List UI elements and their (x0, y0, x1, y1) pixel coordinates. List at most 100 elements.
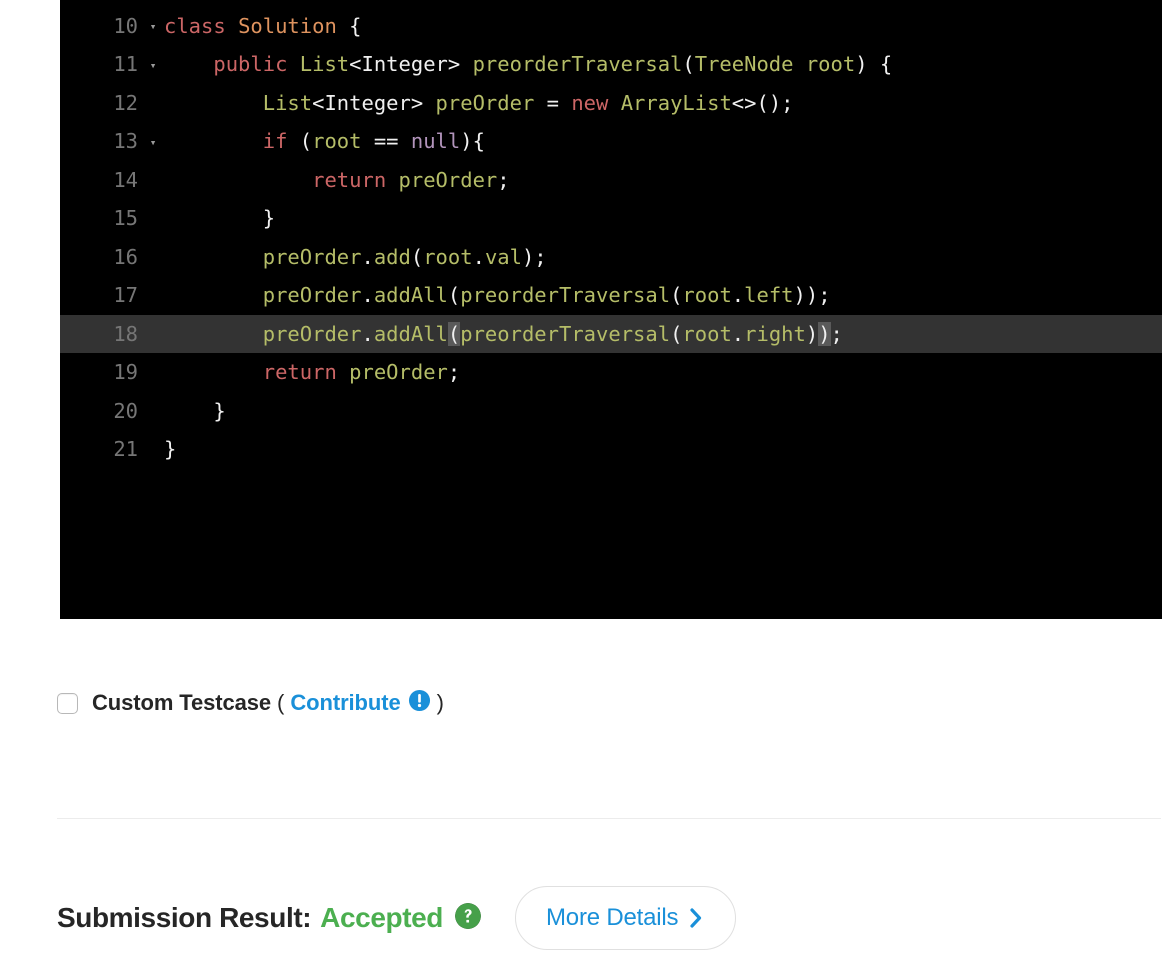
token: TreeNode root (694, 52, 856, 76)
status-badge: Accepted (320, 902, 444, 933)
code-text-21: } (164, 430, 1162, 469)
token: . (361, 244, 374, 269)
custom-testcase-label: Custom Testcase (92, 690, 272, 715)
code-editor[interactable]: 910▾class Solution {11▾ public List<Inte… (60, 0, 1162, 619)
code-line-10[interactable]: 10 ▾ class Solution { (60, 7, 1162, 46)
contribute-link[interactable]: Contribute (290, 690, 400, 716)
token: ( (299, 129, 313, 153)
line-number-13: 13 (113, 129, 138, 153)
token: root (682, 283, 732, 307)
token: preorderTraversal (472, 52, 683, 76)
token: ; (497, 167, 510, 192)
token: new (571, 90, 621, 115)
exclamation-circle-icon[interactable] (408, 689, 431, 717)
token: ) (855, 52, 880, 76)
token: ; (447, 360, 461, 384)
token: return (312, 167, 399, 192)
token: ( (447, 321, 461, 346)
code-line-16[interactable]: 16 preOrder.add(root.val); (60, 238, 1162, 277)
token: } (164, 206, 276, 230)
token: if (262, 129, 300, 153)
token: . (361, 321, 374, 346)
more-details-label: More Details (546, 904, 679, 931)
token: preOrder (262, 283, 362, 307)
code-text-18: preOrder.addAll(preorderTraversal(root.r… (164, 315, 1162, 354)
token: <Integer> (349, 52, 473, 76)
code-line-13[interactable]: 13 ▾ if (root == null){ (60, 122, 1162, 161)
custom-testcase-row: Custom Testcase ( Contribute ) (57, 686, 450, 720)
token: Solution (238, 13, 350, 38)
token: add (373, 244, 411, 269)
token: right (744, 321, 806, 346)
code-line-15[interactable]: 15 } (60, 199, 1162, 238)
token: preorderTraversal (460, 283, 671, 307)
code-line-12[interactable]: 12 List<Integer> preOrder = new ArrayLis… (60, 84, 1162, 123)
token: == (373, 129, 411, 153)
token: ( (670, 321, 683, 346)
more-details-button[interactable]: More Details (515, 886, 737, 950)
code-lines-container[interactable]: 910▾class Solution {11▾ public List<Inte… (60, 0, 1162, 469)
code-line-14[interactable]: 14 return preOrder; (60, 161, 1162, 200)
fold-arrow-icon[interactable]: ▾ (142, 135, 164, 148)
token: { (879, 52, 893, 76)
line-number-15: 15 (113, 206, 138, 230)
token: return (262, 360, 350, 384)
token: ) (818, 321, 831, 346)
token: ( (447, 283, 461, 307)
code-line-11[interactable]: 11 ▾ public List<Integer> preorderTravers… (60, 45, 1162, 84)
fold-arrow-icon[interactable]: ▾ (142, 19, 164, 32)
line-number-10: 10 (113, 13, 138, 38)
token: preOrder (262, 321, 362, 346)
line-number-16: 16 (113, 244, 138, 269)
code-line-21[interactable]: 21} (60, 430, 1162, 469)
token: )); (793, 283, 831, 307)
code-line-19[interactable]: 19 return preOrder; (60, 353, 1162, 392)
token: <>(); (731, 90, 794, 115)
code-text-16: preOrder.add(root.val); (164, 238, 1162, 277)
line-number-18: 18 (113, 321, 138, 346)
token: ( (410, 244, 424, 269)
question-circle-icon[interactable] (454, 902, 482, 935)
code-text-17: preOrder.addAll(preorderTraversal(root.l… (164, 276, 1162, 315)
token: = (546, 90, 572, 115)
line-number-11: 11 (113, 52, 138, 76)
token: root (312, 129, 374, 153)
fold-arrow-icon[interactable]: ▾ (142, 58, 164, 71)
token: null (410, 129, 461, 153)
token: root (682, 321, 732, 346)
token: ( (682, 52, 695, 76)
token: public (213, 52, 300, 76)
token: ArrayList (620, 90, 732, 115)
token: . (472, 244, 485, 269)
line-number-21: 21 (113, 437, 138, 461)
token: preOrder (262, 244, 362, 269)
line-number-19: 19 (113, 360, 138, 384)
code-text-11: public List<Integer> preorderTraversal(T… (164, 45, 1162, 84)
token: ; (830, 321, 843, 346)
custom-testcase-checkbox[interactable] (57, 692, 78, 714)
token: List (299, 52, 350, 76)
submission-result-label: Submission Result: (57, 902, 312, 933)
code-text-12: List<Integer> preOrder = new ArrayList<>… (164, 84, 1162, 123)
code-line-17[interactable]: 17 preOrder.addAll(preorderTraversal(roo… (60, 276, 1162, 315)
token: val (484, 244, 522, 269)
code-line-18[interactable]: 18 preOrder.addAll(preorderTraversal(roo… (60, 314, 1162, 354)
token: } (164, 398, 226, 423)
line-number-12: 12 (113, 90, 138, 115)
token: } (164, 437, 177, 461)
token: ) (805, 321, 819, 346)
code-line-20[interactable]: 20 } (60, 392, 1162, 431)
token: class (164, 13, 239, 38)
